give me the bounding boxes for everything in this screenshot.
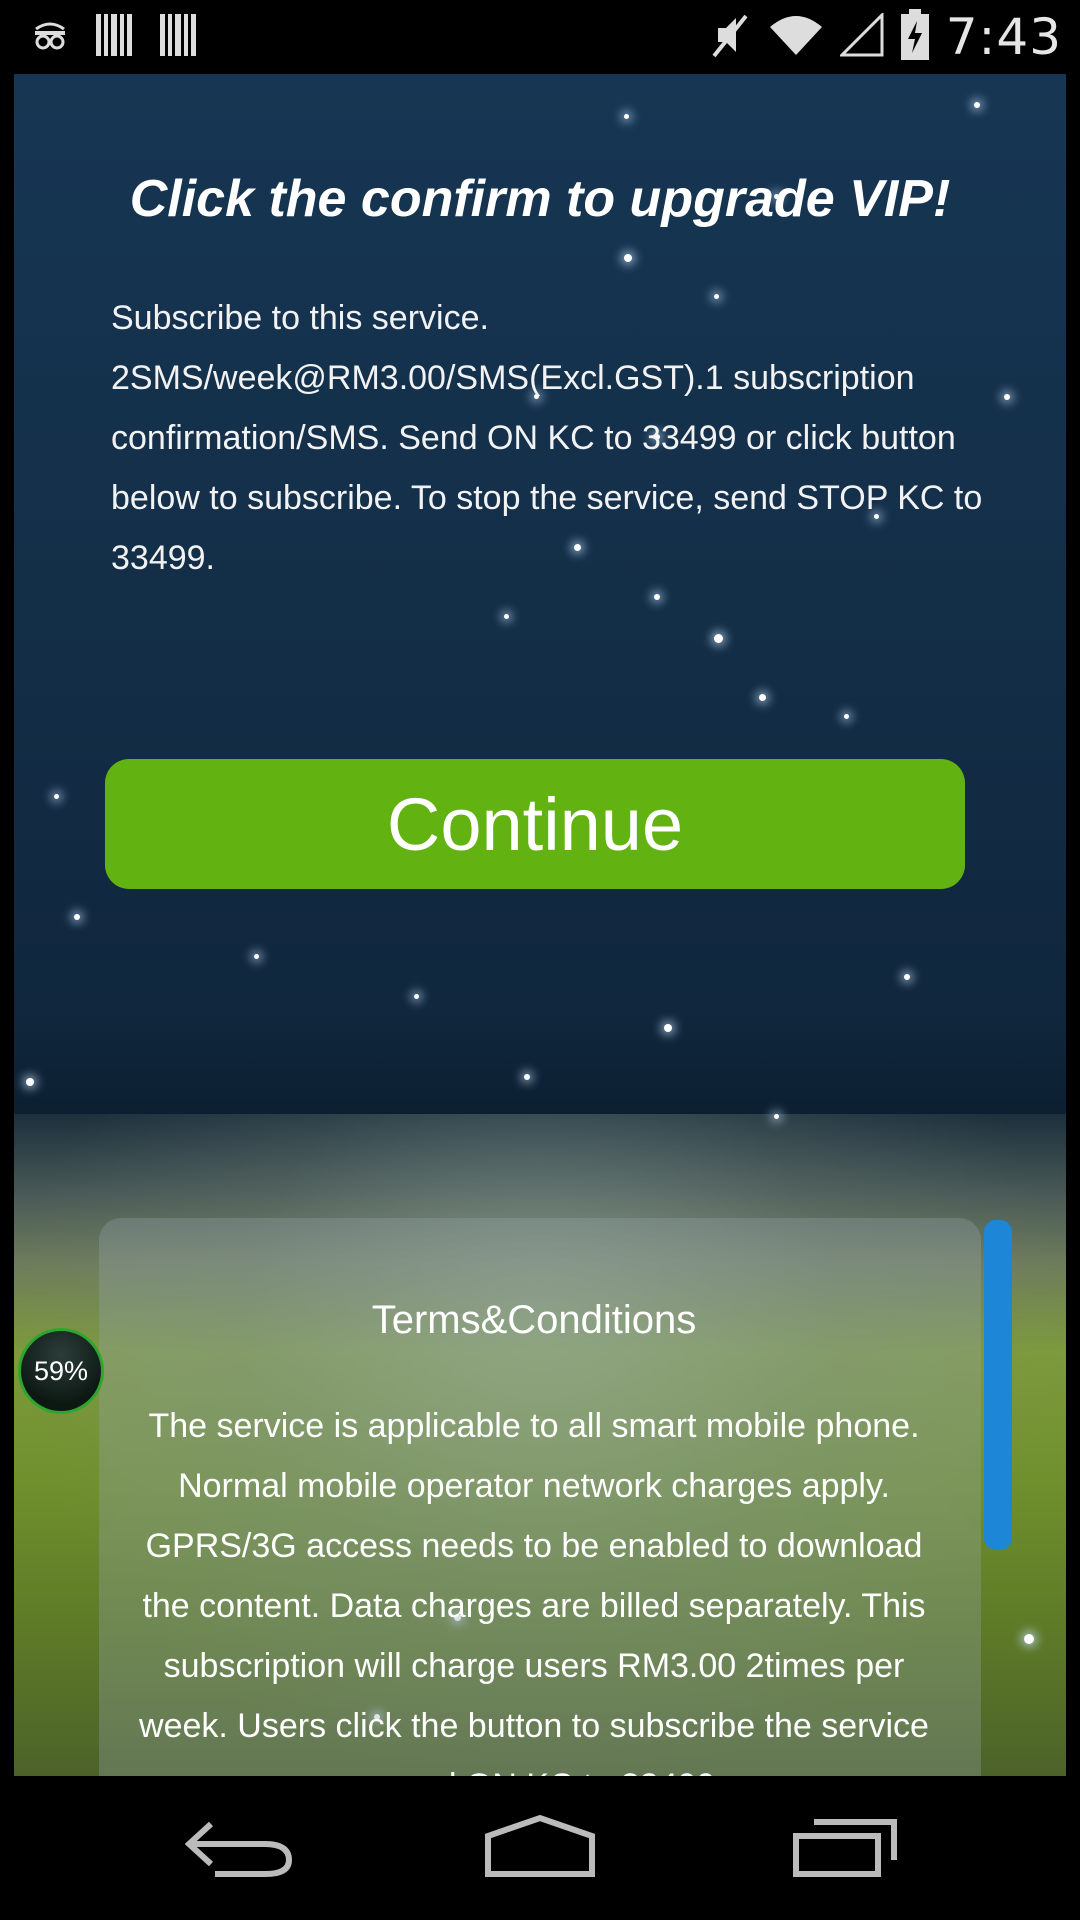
main-content[interactable]: Click the confirm to upgrade VIP! Subscr… (14, 74, 1066, 1776)
back-button[interactable] (170, 1806, 310, 1890)
terms-scrollbar[interactable] (984, 1220, 1012, 1550)
star (54, 794, 59, 799)
system-icons: 7:43 (708, 0, 1062, 74)
star (414, 994, 419, 999)
star (664, 1024, 672, 1032)
badge-percent: 59% (33, 1355, 89, 1386)
wifi-icon (768, 13, 824, 62)
clock: 7:43 (945, 8, 1062, 66)
star (26, 1078, 34, 1086)
recents-button[interactable] (775, 1806, 915, 1890)
signal-icon (838, 10, 884, 62)
star (904, 974, 910, 980)
star (654, 594, 660, 600)
mute-icon (708, 10, 752, 65)
star (524, 1074, 530, 1080)
terms-panel[interactable]: Terms&Conditions The service is applicab… (99, 1218, 981, 1776)
back-icon (184, 1814, 295, 1883)
notification-icons (30, 10, 198, 64)
star (624, 114, 629, 119)
page-title: Click the confirm to upgrade VIP! (129, 170, 951, 228)
navigation-bar (0, 1776, 1080, 1920)
floating-percent-badge[interactable]: 59% (18, 1328, 104, 1414)
star (714, 634, 723, 643)
home-button[interactable] (470, 1806, 610, 1890)
star (254, 954, 259, 959)
star (504, 614, 509, 619)
star (974, 102, 980, 108)
battery-charging-icon (900, 8, 930, 66)
star (774, 1114, 779, 1119)
star (74, 914, 80, 920)
continue-button[interactable]: Continue (105, 759, 965, 889)
star (624, 254, 632, 262)
incognito-icon (30, 15, 70, 60)
recents-icon (790, 1814, 900, 1883)
subscription-description: Subscribe to this service. 2SMS/week@RM3… (111, 299, 983, 577)
barcode-icon (94, 12, 134, 63)
star (844, 714, 849, 719)
home-icon (480, 1814, 600, 1883)
star (1004, 394, 1010, 400)
terms-title: Terms&Conditions (371, 1298, 697, 1342)
star (1024, 1634, 1034, 1644)
status-bar: 7:43 (0, 0, 1080, 74)
star (759, 694, 766, 701)
terms-body: The service is applicable to all smart m… (139, 1407, 929, 1776)
barcode-icon (158, 12, 198, 63)
